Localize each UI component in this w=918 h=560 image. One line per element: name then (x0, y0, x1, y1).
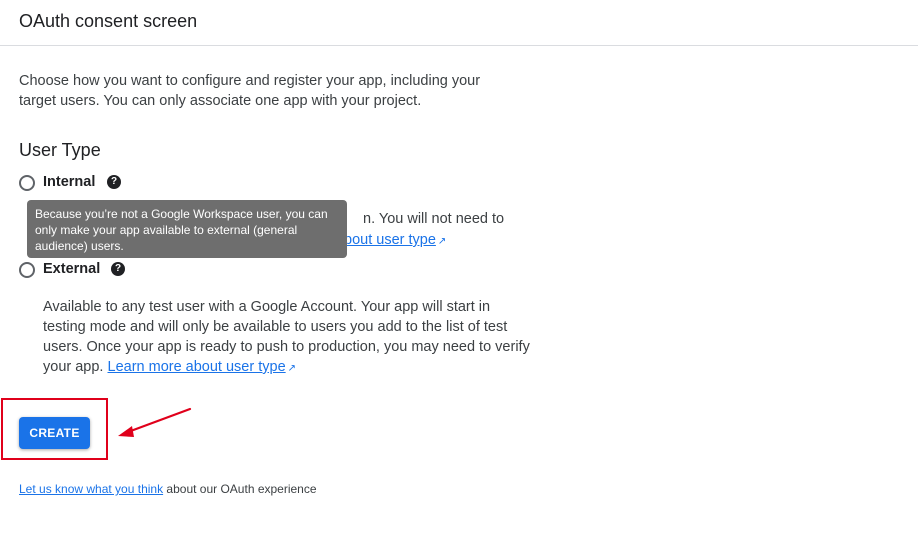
annotation-arrow-icon (118, 407, 192, 437)
internal-radio[interactable] (19, 175, 35, 191)
workspace-tooltip: Because you’re not a Google Workspace us… (27, 200, 347, 258)
external-link-icon: ↗ (287, 363, 297, 374)
user-type-heading: User Type (19, 140, 101, 160)
question-circle-icon[interactable]: ? (107, 175, 121, 189)
external-learn-more-link[interactable]: Learn more about user type (108, 359, 286, 375)
external-radio[interactable] (19, 262, 35, 278)
internal-learn-more-link[interactable]: bout user type (344, 232, 436, 248)
intro-text: Choose how you want to configure and reg… (19, 73, 481, 109)
feedback-line: Let us know what you think about our OAu… (19, 482, 317, 496)
page-title: OAuth consent screen (19, 11, 198, 31)
external-label[interactable]: External (43, 261, 100, 277)
page-header: OAuth consent screen (0, 0, 918, 46)
internal-label[interactable]: Internal (43, 174, 95, 190)
external-link-icon: ↗ (437, 236, 447, 247)
external-description: Available to any test user with a Google… (43, 297, 533, 379)
question-circle-icon[interactable]: ? (111, 262, 125, 276)
internal-description-tail: n. You will not need to (363, 211, 505, 227)
feedback-suffix: about our OAuth experience (163, 482, 317, 496)
feedback-link[interactable]: Let us know what you think (19, 482, 163, 496)
create-button[interactable]: CREATE (19, 417, 90, 449)
